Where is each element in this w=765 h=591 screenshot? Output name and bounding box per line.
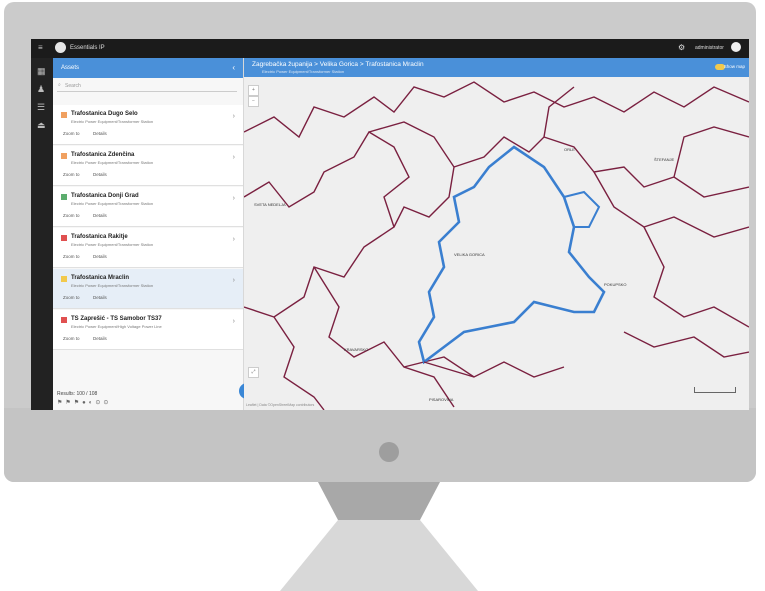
search-placeholder: Search [65, 83, 81, 89]
user-name[interactable]: administrator [695, 45, 724, 51]
asset-type: Electric Power Equipment/High Voltage Po… [71, 324, 162, 329]
asset-name: Trafostanica Mraclin [71, 275, 130, 281]
fullscreen-button[interactable]: ⤢ [248, 367, 259, 378]
layers-icon[interactable]: ☰ [37, 102, 45, 113]
asset-name: Trafostanica Zdenčina [71, 152, 135, 158]
export-icon[interactable]: ⏏ [37, 120, 46, 131]
close-icon[interactable]: ‹ [232, 63, 235, 72]
details-link[interactable]: Details [93, 213, 107, 218]
asset-name: Trafostanica Dugo Selo [71, 111, 138, 117]
details-link[interactable]: Details [93, 336, 107, 341]
screen: ≡ Essentials IP ⚙ administrator ▦ ♟ ☰ ⏏ … [31, 39, 749, 410]
map-canvas[interactable]: + − ⤢ Leaflet | Data ©OpenStreetMap cont… [243, 77, 749, 410]
app-logo [55, 42, 66, 53]
breadcrumb[interactable]: Zagrebačka županija > Velika Gorica > Tr… [252, 61, 424, 68]
app-bar: ≡ Essentials IP ⚙ administrator [31, 39, 749, 58]
zoom-to-link[interactable]: Zoom to [63, 295, 80, 300]
search-input[interactable]: ⌕ Search [57, 81, 237, 92]
asset-color-swatch [61, 194, 67, 200]
list-item-selected[interactable]: Trafostanica Mraclin Electric Power Equi… [53, 269, 243, 309]
asset-name: Trafostanica Rakitje [71, 234, 128, 240]
map-label: POKUPSKO [604, 282, 627, 287]
asset-color-swatch [61, 112, 67, 118]
chevron-right-icon[interactable]: › [233, 318, 235, 325]
sidebar-header: Assets ‹ [53, 58, 243, 78]
map-borders [243, 81, 749, 410]
map-label: SVETA NEDELJA [254, 202, 286, 207]
asset-type: Electric Power Equipment/Transformer Sta… [71, 160, 154, 165]
chevron-right-icon[interactable]: › [233, 154, 235, 161]
zoom-to-link[interactable]: Zoom to [63, 336, 80, 341]
toolbar-icons[interactable]: ⚑⚑⚑●◐⊙⊙ [57, 399, 111, 406]
asset-type: Electric Power Equipment/Transformer Sta… [71, 242, 154, 247]
asset-name: Trafostanica Donji Grad [71, 193, 139, 199]
details-link[interactable]: Details [93, 131, 107, 136]
chevron-right-icon[interactable]: › [233, 195, 235, 202]
results-count: Results: 100 / 108 [57, 391, 98, 397]
asset-color-swatch [61, 153, 67, 159]
nav-rail: ▦ ♟ ☰ ⏏ ⚙ [31, 58, 53, 410]
zoom-to-link[interactable]: Zoom to [63, 131, 80, 136]
chevron-right-icon[interactable]: › [233, 277, 235, 284]
chevron-right-icon[interactable]: › [233, 113, 235, 120]
zoom-to-link[interactable]: Zoom to [63, 172, 80, 177]
asset-type: Electric Power Equipment/Transformer Sta… [71, 119, 154, 124]
asset-color-swatch [61, 276, 67, 282]
asset-type: Electric Power Equipment/Transformer Sta… [71, 201, 154, 206]
list-item[interactable]: Trafostanica Dugo Selo Electric Power Eq… [53, 105, 243, 145]
zoom-in-button[interactable]: + [248, 85, 259, 96]
list-item[interactable]: Trafostanica Zdenčina Electric Power Equ… [53, 146, 243, 186]
asset-color-swatch [61, 317, 67, 323]
details-link[interactable]: Details [93, 254, 107, 259]
asset-type: Electric Power Equipment/Transformer Sta… [71, 283, 154, 288]
search-icon: ⌕ [58, 82, 61, 88]
asset-color-swatch [61, 235, 67, 241]
zoom-to-link[interactable]: Zoom to [63, 254, 80, 259]
user-avatar-icon[interactable] [731, 42, 741, 52]
help-icon[interactable]: ⚙ [678, 43, 685, 52]
details-link[interactable]: Details [93, 172, 107, 177]
asset-name: TS Zaprešić - TS Samobor TS37 [71, 316, 162, 322]
zoom-to-link[interactable]: Zoom to [63, 213, 80, 218]
person-icon[interactable]: ♟ [37, 84, 45, 95]
assets-sidebar: Assets ‹ ⌕ Search Trafostanica Dugo Selo… [53, 58, 255, 410]
map-header: Zagrebačka županija > Velika Gorica > Tr… [244, 58, 749, 77]
zoom-out-button[interactable]: − [248, 96, 259, 107]
grid-icon[interactable]: ▦ [37, 66, 46, 77]
map-label: ŠTEFANJE [654, 157, 675, 162]
list-item[interactable]: Trafostanica Donji Grad Electric Power E… [53, 187, 243, 227]
toggle-label: Show map [723, 64, 745, 69]
list-item[interactable]: Trafostanica Rakitje Electric Power Equi… [53, 228, 243, 268]
map-label: ORLE [564, 147, 575, 152]
menu-icon[interactable]: ≡ [38, 43, 43, 52]
details-link[interactable]: Details [93, 295, 107, 300]
map-attribution: Leaflet | Data ©OpenStreetMap contributo… [246, 403, 315, 407]
chevron-right-icon[interactable]: › [233, 236, 235, 243]
scale-bar [694, 387, 736, 393]
map-label: PISAROVINA [429, 397, 454, 402]
app-title: Essentials IP [70, 45, 105, 51]
map-label: KRAVARSKO [344, 347, 369, 352]
sidebar-title: Assets [61, 65, 80, 71]
list-item[interactable]: TS Zaprešić - TS Samobor TS37 Electric P… [53, 310, 243, 350]
breadcrumb-subtitle: Electric Power Equipment/Transformer Sta… [262, 69, 345, 74]
map-label: VELIKA GORICA [454, 252, 485, 257]
